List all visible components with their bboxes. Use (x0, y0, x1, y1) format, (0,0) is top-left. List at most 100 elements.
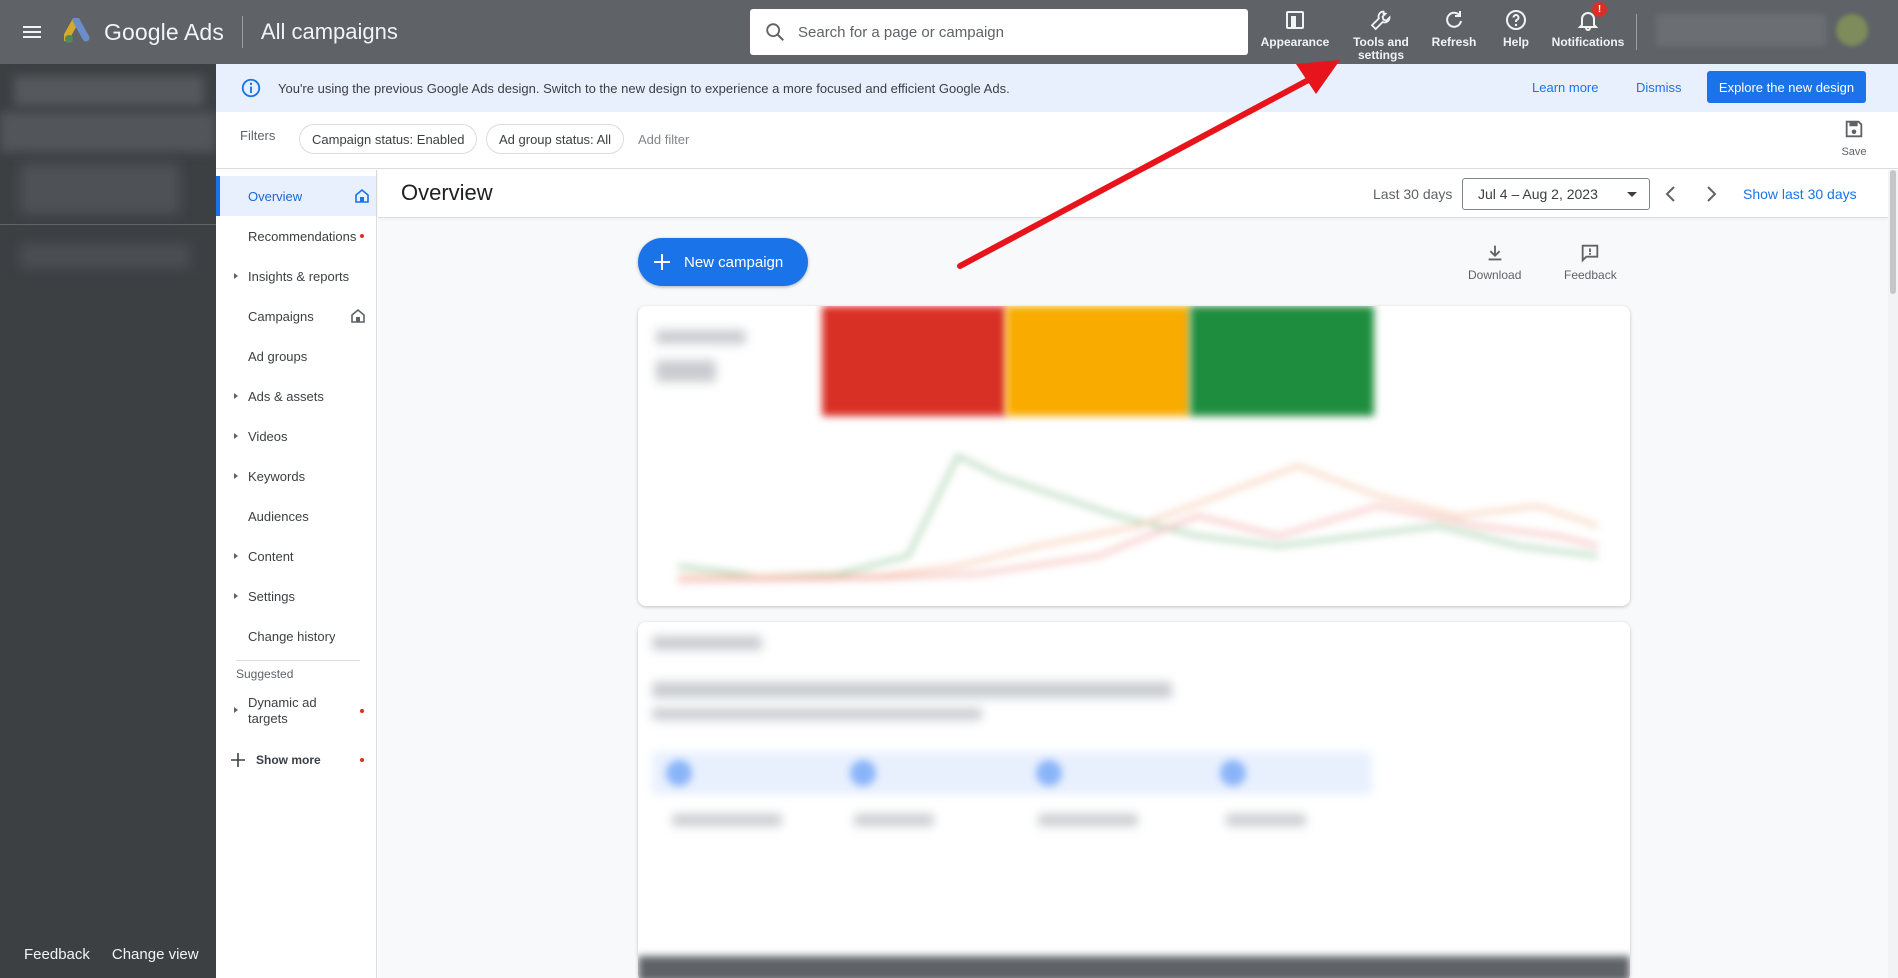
learn-more-link[interactable]: Learn more (1532, 80, 1598, 95)
subnav-item-insights[interactable]: Insights & reports (216, 256, 376, 296)
home-icon (351, 308, 365, 323)
blurred-circle (850, 760, 876, 786)
filter-chip-campaign-status[interactable]: Campaign status: Enabled (299, 124, 478, 154)
blurred-circle (1036, 760, 1062, 786)
optimization-score-card (638, 306, 1630, 606)
subnav-item-label: Audiences (248, 508, 309, 524)
download-icon (1488, 245, 1502, 261)
expand-caret-icon (234, 273, 238, 279)
explore-new-design-button[interactable]: Explore the new design (1707, 71, 1866, 103)
change-view-link[interactable]: Change view (112, 946, 199, 963)
blurred-text (672, 814, 782, 826)
home-icon (355, 188, 369, 203)
show-more-label: Show more (256, 753, 321, 767)
blurred-performance-chart (678, 453, 1598, 583)
expand-caret-icon (234, 593, 238, 599)
feedback-link[interactable]: Feedback (24, 946, 90, 963)
chevron-right-icon[interactable] (1701, 182, 1721, 206)
blurred-stripe (652, 752, 1372, 794)
show-last-30-days-link[interactable]: Show last 30 days (1743, 186, 1857, 202)
google-ads-logo[interactable]: Google Ads (64, 18, 224, 46)
subnav-item-ads-assets[interactable]: Ads & assets (216, 376, 376, 416)
page-title: All campaigns (260, 19, 398, 44)
new-campaign-button[interactable]: New campaign (638, 238, 808, 286)
subnav-item-audiences[interactable]: Audiences (216, 496, 376, 536)
overview-header: Overview Last 30 days Jul 4 – Aug 2, 202… (378, 170, 1888, 218)
info-icon (241, 78, 261, 98)
blurred-text (1038, 814, 1138, 826)
account-navigation: Feedback Change view (0, 64, 216, 978)
dismiss-button[interactable]: Dismiss (1636, 80, 1682, 95)
dropdown-arrow-icon (1627, 192, 1637, 197)
chevron-left-icon[interactable] (1661, 182, 1681, 206)
help-icon (1506, 10, 1526, 30)
blurred-text (656, 360, 716, 382)
blurred-text (656, 330, 746, 344)
subnav-item-label: Content (248, 548, 294, 564)
subnav-item-videos[interactable]: Videos (216, 416, 376, 456)
tools-and-settings-button[interactable]: Tools and settings (1340, 0, 1422, 62)
overview-title: Overview (401, 180, 493, 205)
hamburger-icon (23, 26, 41, 38)
download-label: Download (1468, 268, 1522, 282)
subnav-item-label: Dynamic ad targets (248, 695, 317, 726)
plus-icon (654, 254, 670, 270)
refresh-label: Refresh (1431, 35, 1477, 49)
subnav-item-settings[interactable]: Settings (216, 576, 376, 616)
score-tile-green (1190, 306, 1374, 416)
search-input[interactable] (798, 23, 1218, 41)
filter-chip-ad-group-status[interactable]: Ad group status: All (486, 124, 625, 154)
subnav-item-keywords[interactable]: Keywords (216, 456, 376, 496)
notifications-button[interactable]: Notifications ! (1546, 0, 1630, 49)
subnav-item-dynamic-ad-targets[interactable]: Dynamic ad targets (216, 693, 376, 729)
save-icon (1845, 120, 1863, 138)
filters-label: Filters (240, 128, 276, 143)
expand-caret-icon (234, 393, 238, 399)
nav-blurred-item (0, 112, 216, 152)
search-bar[interactable] (750, 9, 1248, 55)
header-divider (241, 16, 243, 48)
appearance-button[interactable]: Appearance (1250, 0, 1340, 49)
help-button[interactable]: Help (1486, 0, 1546, 49)
feedback-label: Feedback (1564, 268, 1617, 282)
refresh-button[interactable]: Refresh (1422, 0, 1486, 49)
tools-label-line2: settings (1357, 48, 1404, 62)
plus-icon (231, 753, 245, 767)
subnav-item-ad-groups[interactable]: Ad groups (216, 336, 376, 376)
account-info[interactable] (1656, 14, 1826, 46)
nav-blurred-item (20, 164, 180, 214)
subnav-item-label: Settings (248, 588, 295, 604)
expand-caret-icon (234, 473, 238, 479)
subnav-item-label: Change history (248, 628, 336, 644)
avatar[interactable] (1836, 14, 1868, 46)
subnav-item-label: Campaigns (248, 308, 314, 324)
page-scrollbar[interactable] (1888, 170, 1898, 978)
subnav-item-content[interactable]: Content (216, 536, 376, 576)
subnav-item-label: Ad groups (248, 348, 308, 364)
new-campaign-label: New campaign (684, 253, 784, 271)
subnav-item-overview[interactable]: Overview (216, 176, 376, 216)
blurred-text (652, 636, 762, 650)
scrollbar-thumb[interactable] (1890, 170, 1896, 294)
save-label: Save (1841, 146, 1867, 158)
expand-caret-icon (234, 707, 238, 713)
subnav-item-label: Videos (248, 428, 288, 444)
expand-caret-icon (234, 553, 238, 559)
blurred-footer (638, 956, 1630, 978)
appearance-label: Appearance (1260, 35, 1330, 49)
add-filter-button[interactable]: Add filter (638, 132, 689, 147)
show-more-button[interactable]: Show more (230, 748, 376, 772)
save-filter-button[interactable]: Save (1834, 118, 1874, 158)
download-button[interactable]: Download (1468, 242, 1521, 282)
nav-divider (0, 224, 216, 225)
feedback-button[interactable]: Feedback (1564, 242, 1617, 282)
nav-footer: Feedback Change view (0, 930, 216, 978)
date-range-dropdown[interactable]: Jul 4 – Aug 2, 2023 (1462, 178, 1650, 210)
main-menu-button[interactable] (0, 0, 64, 64)
subnav-item-label: Recommendations (248, 228, 357, 244)
subnav-item-campaigns[interactable]: Campaigns (216, 296, 376, 336)
subnav-item-change-history[interactable]: Change history (216, 616, 376, 656)
subnav-item-recommendations[interactable]: Recommendations (216, 216, 376, 256)
banner-message: You're using the previous Google Ads des… (278, 80, 1010, 96)
suggested-divider (236, 660, 360, 661)
